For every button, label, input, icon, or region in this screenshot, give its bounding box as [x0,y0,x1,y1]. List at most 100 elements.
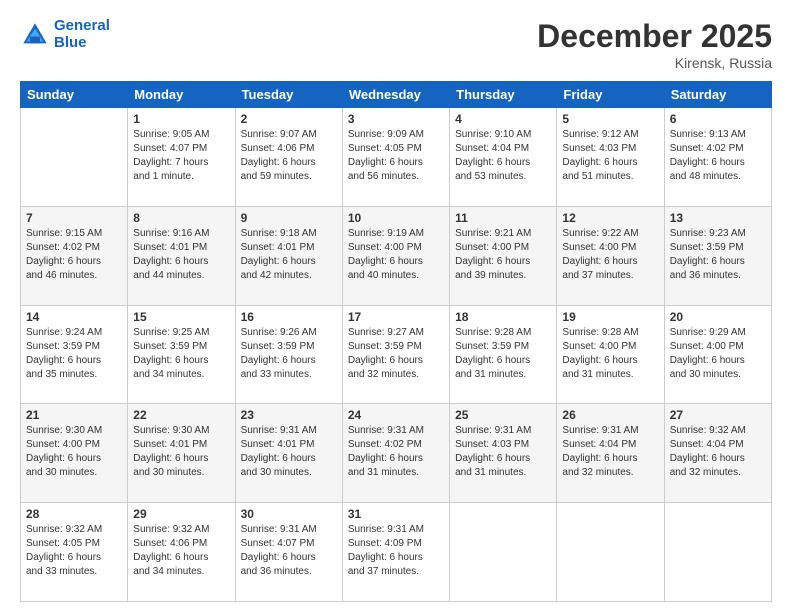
day-number: 9 [241,211,337,225]
logo: General Blue [20,18,110,51]
day-info: Sunrise: 9:28 AMSunset: 4:00 PMDaylight:… [562,326,658,382]
day-number: 13 [670,211,766,225]
day-info: Sunrise: 9:32 AMSunset: 4:06 PMDaylight:… [133,523,229,579]
calendar-cell: 4 Sunrise: 9:10 AMSunset: 4:04 PMDaylight… [450,108,557,207]
day-info: Sunrise: 9:05 AMSunset: 4:07 PMDaylight:… [133,128,229,184]
calendar-cell: 28Sunrise: 9:32 AMSunset: 4:05 PMDayligh… [21,503,128,602]
day-number: 1 [133,112,229,126]
calendar-cell: 6 Sunrise: 9:13 AMSunset: 4:02 PMDaylight… [664,108,771,207]
day-number: 6 [670,112,766,126]
day-info: Sunrise: 9:30 AMSunset: 4:01 PMDaylight:… [133,424,229,480]
day-number: 3 [348,112,444,126]
day-number: 7 [26,211,122,225]
calendar-cell: 21 Sunrise: 9:30 AMSunset: 4:00 PMDayligh… [21,404,128,503]
day-info: Sunrise: 9:31 AMSunset: 4:07 PMDaylight:… [241,523,337,579]
logo-text: General Blue [54,18,110,51]
day-info: Sunrise: 9:13 AMSunset: 4:02 PMDaylight:… [670,128,766,184]
day-number: 15 [133,310,229,324]
day-info: Sunrise: 9:24 AMSunset: 3:59 PMDaylight:… [26,326,122,382]
day-info: Sunrise: 9:31 AMSunset: 4:04 PMDaylight:… [562,424,658,480]
day-info: Sunrise: 9:22 AMSunset: 4:00 PMDaylight:… [562,227,658,283]
day-number: 5 [562,112,658,126]
calendar-cell: 13 Sunrise: 9:23 AMSunset: 3:59 PMDayligh… [664,206,771,305]
day-info: Sunrise: 9:12 AMSunset: 4:03 PMDaylight:… [562,128,658,184]
day-number: 30 [241,507,337,521]
day-number: 25 [455,408,551,422]
col-header-monday: Monday [128,82,235,108]
calendar-cell: 31 Sunrise: 9:31 AMSunset: 4:09 PMDayligh… [342,503,449,602]
calendar-cell: 22 Sunrise: 9:30 AMSunset: 4:01 PMDayligh… [128,404,235,503]
logo-blue: Blue [54,34,87,51]
day-info: Sunrise: 9:23 AMSunset: 3:59 PMDaylight:… [670,227,766,283]
calendar-cell: 2 Sunrise: 9:07 AMSunset: 4:06 PMDaylight… [235,108,342,207]
calendar-cell: 16 Sunrise: 9:26 AMSunset: 3:59 PMDayligh… [235,305,342,404]
day-number: 8 [133,211,229,225]
location: Kirensk, Russia [537,55,772,71]
day-info: Sunrise: 9:30 AMSunset: 4:00 PMDaylight:… [26,424,122,480]
calendar-cell: 12 Sunrise: 9:22 AMSunset: 4:00 PMDayligh… [557,206,664,305]
day-info: Sunrise: 9:10 AMSunset: 4:04 PMDaylight:… [455,128,551,184]
calendar-cell: 3 Sunrise: 9:09 AMSunset: 4:05 PMDaylight… [342,108,449,207]
day-number: 19 [562,310,658,324]
calendar-cell: 29 Sunrise: 9:32 AMSunset: 4:06 PMDayligh… [128,503,235,602]
day-number: 26 [562,408,658,422]
day-info: Sunrise: 9:09 AMSunset: 4:05 PMDaylight:… [348,128,444,184]
day-number: 18 [455,310,551,324]
calendar-cell: 18Sunrise: 9:28 AMSunset: 3:59 PMDayligh… [450,305,557,404]
calendar-cell: 15Sunrise: 9:25 AMSunset: 3:59 PMDayligh… [128,305,235,404]
calendar-cell: 19 Sunrise: 9:28 AMSunset: 4:00 PMDayligh… [557,305,664,404]
day-number: 11 [455,211,551,225]
day-number: 29 [133,507,229,521]
calendar-cell: 26 Sunrise: 9:31 AMSunset: 4:04 PMDayligh… [557,404,664,503]
day-info: Sunrise: 9:07 AMSunset: 4:06 PMDaylight:… [241,128,337,184]
day-number: 20 [670,310,766,324]
day-number: 28 [26,507,122,521]
day-info: Sunrise: 9:27 AMSunset: 3:59 PMDaylight:… [348,326,444,382]
calendar-cell: 17 Sunrise: 9:27 AMSunset: 3:59 PMDayligh… [342,305,449,404]
day-info: Sunrise: 9:32 AMSunset: 4:04 PMDaylight:… [670,424,766,480]
day-info: Sunrise: 9:31 AMSunset: 4:02 PMDaylight:… [348,424,444,480]
day-number: 14 [26,310,122,324]
calendar-cell [557,503,664,602]
day-info: Sunrise: 9:31 AMSunset: 4:03 PMDaylight:… [455,424,551,480]
day-info: Sunrise: 9:26 AMSunset: 3:59 PMDaylight:… [241,326,337,382]
day-info: Sunrise: 9:19 AMSunset: 4:00 PMDaylight:… [348,227,444,283]
day-number: 22 [133,408,229,422]
calendar-cell [450,503,557,602]
calendar-table: SundayMondayTuesdayWednesdayThursdayFrid… [20,81,772,602]
calendar-cell: 30 Sunrise: 9:31 AMSunset: 4:07 PMDayligh… [235,503,342,602]
day-number: 12 [562,211,658,225]
col-header-wednesday: Wednesday [342,82,449,108]
calendar-cell: 20 Sunrise: 9:29 AMSunset: 4:00 PMDayligh… [664,305,771,404]
day-info: Sunrise: 9:16 AMSunset: 4:01 PMDaylight:… [133,227,229,283]
col-header-friday: Friday [557,82,664,108]
day-number: 16 [241,310,337,324]
logo-icon [20,20,50,50]
day-info: Sunrise: 9:29 AMSunset: 4:00 PMDaylight:… [670,326,766,382]
calendar-cell: 11 Sunrise: 9:21 AMSunset: 4:00 PMDayligh… [450,206,557,305]
calendar-cell: 9 Sunrise: 9:18 AMSunset: 4:01 PMDaylight… [235,206,342,305]
calendar-cell: 8 Sunrise: 9:16 AMSunset: 4:01 PMDaylight… [128,206,235,305]
col-header-thursday: Thursday [450,82,557,108]
page: General Blue December 2025 Kirensk, Russ… [0,0,792,612]
calendar-cell: 7Sunrise: 9:15 AMSunset: 4:02 PMDaylight… [21,206,128,305]
day-info: Sunrise: 9:21 AMSunset: 4:00 PMDaylight:… [455,227,551,283]
day-info: Sunrise: 9:31 AMSunset: 4:09 PMDaylight:… [348,523,444,579]
title-block: December 2025 Kirensk, Russia [537,18,772,71]
month-title: December 2025 [537,18,772,55]
day-number: 23 [241,408,337,422]
calendar-cell [664,503,771,602]
day-number: 31 [348,507,444,521]
day-number: 4 [455,112,551,126]
calendar-cell: 23 Sunrise: 9:31 AMSunset: 4:01 PMDayligh… [235,404,342,503]
day-number: 27 [670,408,766,422]
day-number: 24 [348,408,444,422]
day-info: Sunrise: 9:18 AMSunset: 4:01 PMDaylight:… [241,227,337,283]
day-info: Sunrise: 9:31 AMSunset: 4:01 PMDaylight:… [241,424,337,480]
col-header-tuesday: Tuesday [235,82,342,108]
day-number: 21 [26,408,122,422]
calendar-cell: 25 Sunrise: 9:31 AMSunset: 4:03 PMDayligh… [450,404,557,503]
calendar-cell: 1 Sunrise: 9:05 AMSunset: 4:07 PMDaylight… [128,108,235,207]
day-number: 17 [348,310,444,324]
day-number: 2 [241,112,337,126]
